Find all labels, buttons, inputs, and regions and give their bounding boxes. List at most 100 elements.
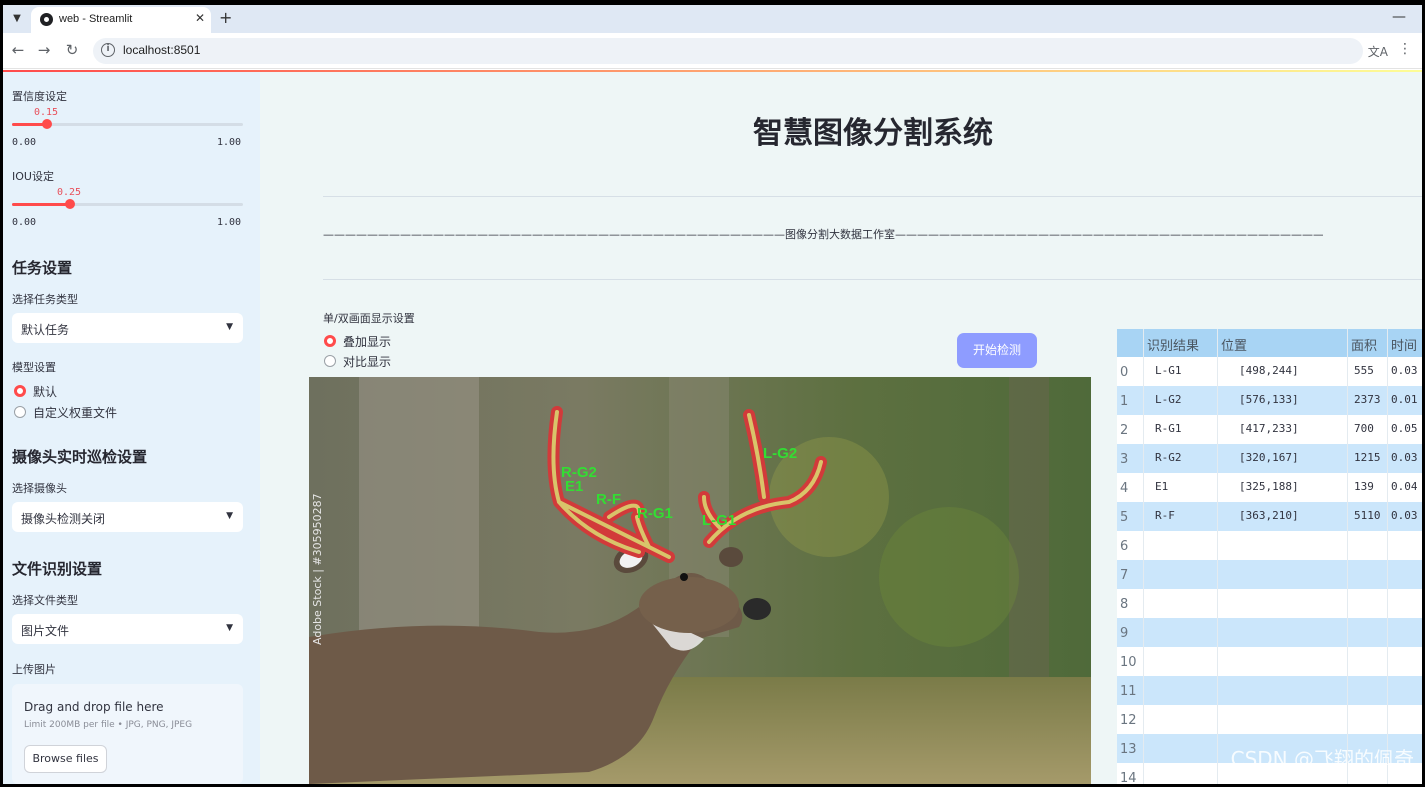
cell-time: 0.03 — [1391, 509, 1418, 522]
header-time: 时间 — [1391, 339, 1418, 354]
row-index: 8 — [1120, 597, 1129, 612]
minimize-icon[interactable]: — — [1392, 9, 1406, 25]
display-mode-label: 单/双画面显示设置 — [323, 312, 415, 325]
confidence-max: 1.00 — [217, 137, 242, 148]
task-type-select[interactable]: 默认任务 ▼ — [12, 313, 243, 343]
row-index: 1 — [1120, 394, 1129, 409]
tab-title: web - Streamlit — [59, 13, 133, 25]
label-r-g1: R-G1 — [637, 505, 673, 522]
header-class: 识别结果 — [1147, 339, 1200, 354]
table-row[interactable]: 6 — [1117, 531, 1422, 560]
confidence-slider[interactable] — [12, 119, 243, 129]
iou-max: 1.00 — [217, 217, 242, 228]
forward-arrow-icon[interactable]: → — [35, 41, 53, 59]
file-type-label: 选择文件类型 — [12, 594, 78, 607]
column-divider — [1347, 329, 1348, 784]
url-text: localhost:8501 — [123, 43, 201, 57]
back-arrow-icon[interactable]: ← — [9, 41, 27, 59]
translate-icon[interactable]: 文A — [1368, 43, 1388, 60]
iou-slider-thumb[interactable] — [64, 199, 75, 209]
row-index: 6 — [1120, 539, 1129, 554]
model-radio-custom-label: 自定义权重文件 — [33, 406, 118, 420]
browser-tab[interactable]: web - Streamlit ✕ — [31, 7, 211, 33]
confidence-slider-thumb[interactable] — [41, 119, 52, 129]
file-dropzone[interactable]: Drag and drop file here Limit 200MB per … — [12, 684, 243, 784]
table-row[interactable]: 7 — [1117, 560, 1422, 589]
table-row[interactable]: 12 — [1117, 705, 1422, 734]
file-type-value: 图片文件 — [21, 624, 70, 638]
table-header: 识别结果 位置 面积 时间 — [1117, 329, 1422, 357]
table-row[interactable]: 9 — [1117, 618, 1422, 647]
camera-select[interactable]: 摄像头检测关闭 ▼ — [12, 502, 243, 532]
stock-photo-id: Adobe Stock | #305950287 — [311, 493, 324, 645]
cell-time: 0.05 — [1391, 422, 1418, 435]
column-divider — [1387, 329, 1388, 784]
table-row[interactable]: 4 E1 [325,188] 139 0.04 — [1117, 473, 1422, 502]
tab-close-icon[interactable]: ✕ — [195, 11, 205, 25]
task-heading: 任务设置 — [12, 259, 73, 277]
table-row[interactable]: 8 — [1117, 589, 1422, 618]
iou-slider[interactable] — [12, 199, 243, 209]
deer-photo-illustration — [309, 377, 1091, 784]
label-r-f: R-F — [596, 491, 621, 508]
label-l-g2: L-G2 — [763, 445, 798, 462]
mode-radio-compare-label: 对比显示 — [343, 355, 392, 369]
iou-label: IOU设定 — [12, 170, 54, 183]
table-row[interactable]: 5 R-F [363,210] 5110 0.03 — [1117, 502, 1422, 531]
reload-icon[interactable]: ↻ — [63, 41, 81, 59]
row-index: 0 — [1120, 365, 1129, 380]
column-divider — [1217, 329, 1218, 784]
cell-area: 555 — [1354, 364, 1374, 377]
cell-time: 0.04 — [1391, 480, 1418, 493]
row-index: 12 — [1120, 713, 1137, 728]
row-index: 5 — [1120, 510, 1129, 525]
confidence-value: 0.15 — [34, 107, 59, 118]
browser-window: ▼ web - Streamlit ✕ + — ← → ↻ i localhos… — [3, 5, 1422, 784]
label-e1: E1 — [565, 478, 584, 495]
cell-position: [498,244] — [1239, 364, 1299, 377]
radio-selected-icon — [324, 335, 336, 347]
address-bar: ← → ↻ i localhost:8501 文A ⋮ — [3, 33, 1422, 69]
task-type-value: 默认任务 — [21, 323, 70, 337]
upload-label: 上传图片 — [12, 663, 56, 676]
table-row[interactable]: 3 R-G2 [320,167] 1215 0.03 — [1117, 444, 1422, 473]
cell-class: R-F — [1155, 509, 1175, 522]
row-index: 2 — [1120, 423, 1129, 438]
chevron-down-icon: ▼ — [226, 511, 233, 521]
file-type-select[interactable]: 图片文件 ▼ — [12, 614, 243, 644]
radio-unselected-icon — [14, 406, 26, 418]
table-row[interactable]: 10 — [1117, 647, 1422, 676]
row-index: 4 — [1120, 481, 1129, 496]
dropzone-limit: Limit 200MB per file • JPG, PNG, JPEG — [24, 720, 193, 730]
chevron-down-icon: ▼ — [226, 322, 233, 332]
url-input[interactable]: i localhost:8501 — [93, 38, 1363, 64]
table-row[interactable]: 1 L-G2 [576,133] 2373 0.01 — [1117, 386, 1422, 415]
cell-position: [576,133] — [1239, 393, 1299, 406]
iou-value: 0.25 — [57, 187, 82, 198]
start-detection-button[interactable]: 开始检测 — [957, 333, 1037, 368]
cell-area: 1215 — [1354, 451, 1381, 464]
results-table[interactable]: 识别结果 位置 面积 时间 0 L-G1 [498,244] 555 0.03 1 L-G2… — [1117, 329, 1422, 784]
table-row[interactable]: 11 — [1117, 676, 1422, 705]
row-index: 11 — [1120, 684, 1137, 699]
table-row[interactable]: 0 L-G1 [498,244] 555 0.03 — [1117, 357, 1422, 386]
camera-value: 摄像头检测关闭 — [21, 512, 106, 526]
mode-radio-overlay-label: 叠加显示 — [343, 335, 392, 349]
streamlit-app: 置信度设定 0.15 0.00 1.00 IOU设定 0.25 0.00 1.0… — [3, 70, 1422, 784]
cell-position: [320,167] — [1239, 451, 1299, 464]
iou-min: 0.00 — [12, 217, 37, 228]
csdn-watermark: CSDN @飞翔的佩奇 — [1230, 747, 1414, 771]
header-position: 位置 — [1221, 339, 1248, 354]
table-row[interactable]: 2 R-G1 [417,233] 700 0.05 — [1117, 415, 1422, 444]
browse-files-button[interactable]: Browse files — [24, 745, 107, 773]
tab-list-chevron-icon[interactable]: ▼ — [7, 9, 27, 29]
model-label: 模型设置 — [12, 361, 56, 374]
iou-slider-fill — [12, 203, 70, 206]
more-vertical-icon[interactable]: ⋮ — [1398, 41, 1412, 57]
cell-time: 0.03 — [1391, 451, 1418, 464]
new-tab-plus-icon[interactable]: + — [219, 8, 232, 27]
confidence-label: 置信度设定 — [12, 90, 67, 103]
site-info-icon[interactable]: i — [101, 43, 115, 57]
radio-selected-icon — [14, 385, 26, 397]
streamlit-favicon-icon — [40, 13, 53, 26]
